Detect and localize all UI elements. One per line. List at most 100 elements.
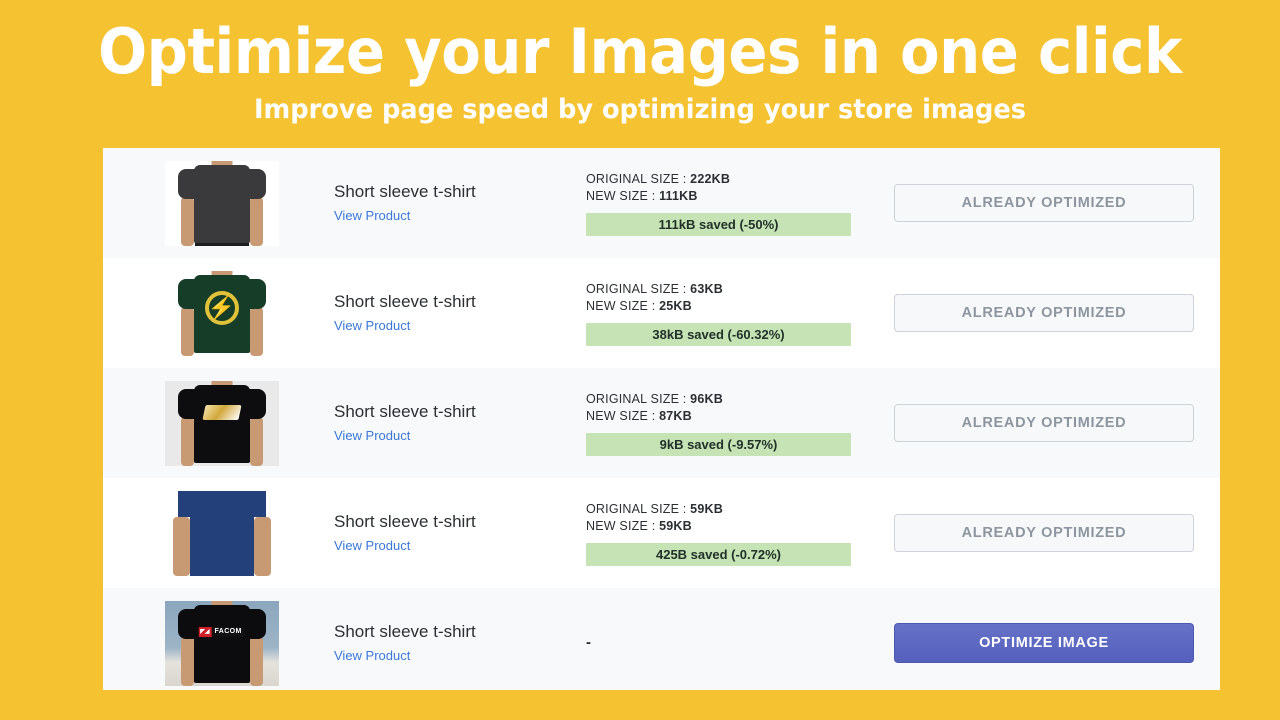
new-size-label: NEW SIZE : xyxy=(586,298,656,313)
original-size-value: 222KB xyxy=(690,171,731,186)
original-size-value: 59KB xyxy=(690,501,723,516)
new-size-label: NEW SIZE : xyxy=(586,188,656,203)
action-cell: ALREADY OPTIMIZED xyxy=(889,184,1203,222)
product-info-cell: Short sleeve t-shirt View Product xyxy=(324,181,584,226)
table-row: Short sleeve t-shirt View Product ORIGIN… xyxy=(103,148,1220,258)
size-stats-cell: ORIGINAL SIZE : 222KB NEW SIZE : 111KB 1… xyxy=(584,171,889,236)
view-product-link[interactable]: View Product xyxy=(334,426,584,446)
product-image-facom-black-tshirt: ◤◢ FACOM xyxy=(164,600,279,686)
original-size-line: ORIGINAL SIZE : 59KB xyxy=(586,501,889,518)
original-size-value: 63KB xyxy=(690,281,723,296)
mannequin-arm-right xyxy=(249,306,263,356)
already-optimized-button[interactable]: ALREADY OPTIMIZED xyxy=(894,404,1194,442)
facom-logo-text: FACOM xyxy=(214,627,242,635)
product-info-cell: Short sleeve t-shirt View Product xyxy=(324,511,584,556)
original-size-label: ORIGINAL SIZE : xyxy=(586,391,687,406)
view-product-link[interactable]: View Product xyxy=(334,316,584,336)
table-row: ◤◢ FACOM Short sleeve t-shirt View Produ… xyxy=(103,588,1220,690)
gold-graphic-print xyxy=(201,404,242,420)
optimize-image-button[interactable]: OPTIMIZE IMAGE xyxy=(894,623,1194,663)
new-size-line: NEW SIZE : 25KB xyxy=(586,298,889,315)
size-stats-cell: ORIGINAL SIZE : 96KB NEW SIZE : 87KB 9kB… xyxy=(584,391,889,456)
view-product-link[interactable]: View Product xyxy=(334,206,584,226)
product-thumbnail-cell xyxy=(119,160,324,246)
mannequin-arm-left xyxy=(180,416,194,466)
mannequin-arm-right xyxy=(249,636,263,686)
tshirt-sleeve-left xyxy=(177,490,196,517)
image-optimization-list: Short sleeve t-shirt View Product ORIGIN… xyxy=(103,148,1220,690)
new-size-line: NEW SIZE : 59KB xyxy=(586,518,889,535)
lightning-bolt-icon: ⚡ xyxy=(207,294,236,320)
original-size-label: ORIGINAL SIZE : xyxy=(586,281,687,296)
new-size-line: NEW SIZE : 87KB xyxy=(586,408,889,425)
action-cell: OPTIMIZE IMAGE xyxy=(889,623,1203,663)
action-cell: ALREADY OPTIMIZED xyxy=(889,514,1203,552)
mannequin-arm-left xyxy=(180,636,194,686)
product-info-cell: Short sleeve t-shirt View Product xyxy=(324,401,584,446)
new-size-value: 59KB xyxy=(659,518,692,533)
tshirt-body xyxy=(193,604,250,683)
savings-badge: 111kB saved (-50%) xyxy=(586,212,851,236)
already-optimized-button[interactable]: ALREADY OPTIMIZED xyxy=(894,184,1194,222)
size-stats-cell: - xyxy=(584,634,889,652)
mannequin-arm-left xyxy=(180,306,194,356)
action-cell: ALREADY OPTIMIZED xyxy=(889,294,1203,332)
product-title: Short sleeve t-shirt xyxy=(334,621,476,641)
product-thumbnail-cell: ◤◢ FACOM xyxy=(119,600,324,686)
original-size-line: ORIGINAL SIZE : 96KB xyxy=(586,391,889,408)
mannequin-arm-right xyxy=(249,416,263,466)
new-size-label: NEW SIZE : xyxy=(586,408,656,423)
product-title: Short sleeve t-shirt xyxy=(334,511,476,531)
new-size-label: NEW SIZE : xyxy=(586,518,656,533)
tshirt-sleeve-left xyxy=(177,388,198,419)
product-info-cell: Short sleeve t-shirt View Product xyxy=(324,621,584,666)
mannequin-arm-left xyxy=(172,516,190,576)
size-stats-cell: ORIGINAL SIZE : 63KB NEW SIZE : 25KB 38k… xyxy=(584,281,889,346)
view-product-link[interactable]: View Product xyxy=(334,646,584,666)
tshirt-sleeve-left xyxy=(177,278,198,309)
app-root: Optimize your Images in one click Improv… xyxy=(0,0,1280,720)
product-image-navy-tshirt xyxy=(164,490,279,576)
size-stats-cell: ORIGINAL SIZE : 59KB NEW SIZE : 59KB 425… xyxy=(584,501,889,566)
savings-badge: 425B saved (-0.72%) xyxy=(586,542,851,566)
product-info-cell: Short sleeve t-shirt View Product xyxy=(324,291,584,336)
promo-header: Optimize your Images in one click Improv… xyxy=(0,0,1280,128)
original-size-value: 96KB xyxy=(690,391,723,406)
tshirt-sleeve-right xyxy=(245,388,266,419)
view-product-link[interactable]: View Product xyxy=(334,536,584,556)
table-row: Short sleeve t-shirt View Product ORIGIN… xyxy=(103,368,1220,478)
original-size-line: ORIGINAL SIZE : 222KB xyxy=(586,171,889,188)
product-title: Short sleeve t-shirt xyxy=(334,291,476,311)
tshirt-body xyxy=(193,164,250,243)
empty-stats-placeholder: - xyxy=(586,634,591,651)
facom-logo: ◤◢ FACOM xyxy=(198,626,245,637)
already-optimized-button[interactable]: ALREADY OPTIMIZED xyxy=(894,514,1194,552)
mannequin-arm-left xyxy=(180,196,194,246)
new-size-value: 25KB xyxy=(659,298,692,313)
original-size-label: ORIGINAL SIZE : xyxy=(586,501,687,516)
tshirt-sleeve-right xyxy=(245,608,266,639)
product-image-black-gold-graphic-tshirt xyxy=(164,380,279,466)
original-size-line: ORIGINAL SIZE : 63KB xyxy=(586,281,889,298)
original-size-label: ORIGINAL SIZE : xyxy=(586,171,687,186)
tshirt-sleeve-right xyxy=(247,490,266,517)
new-size-line: NEW SIZE : 111KB xyxy=(586,188,889,205)
mannequin-arm-right xyxy=(249,196,263,246)
tshirt-sleeve-right xyxy=(245,278,266,309)
new-size-value: 111KB xyxy=(659,188,698,203)
table-row: Short sleeve t-shirt View Product ORIGIN… xyxy=(103,478,1220,588)
facom-logo-mark: ◤◢ xyxy=(198,626,212,637)
product-image-green-bolt-tshirt: ⚡ xyxy=(164,270,279,356)
tshirt-sleeve-left xyxy=(177,608,198,639)
tshirt-sleeve-right xyxy=(245,168,266,199)
page-title: Optimize your Images in one click xyxy=(98,15,1182,88)
savings-badge: 9kB saved (-9.57%) xyxy=(586,432,851,456)
tshirt-body xyxy=(193,384,250,463)
tshirt-body xyxy=(189,490,254,576)
action-cell: ALREADY OPTIMIZED xyxy=(889,404,1203,442)
page-subtitle: Improve page speed by optimizing your st… xyxy=(253,94,1027,125)
product-thumbnail-cell xyxy=(119,490,324,576)
product-thumbnail-cell xyxy=(119,380,324,466)
table-row: ⚡ Short sleeve t-shirt View Product ORIG… xyxy=(103,258,1220,368)
already-optimized-button[interactable]: ALREADY OPTIMIZED xyxy=(894,294,1194,332)
